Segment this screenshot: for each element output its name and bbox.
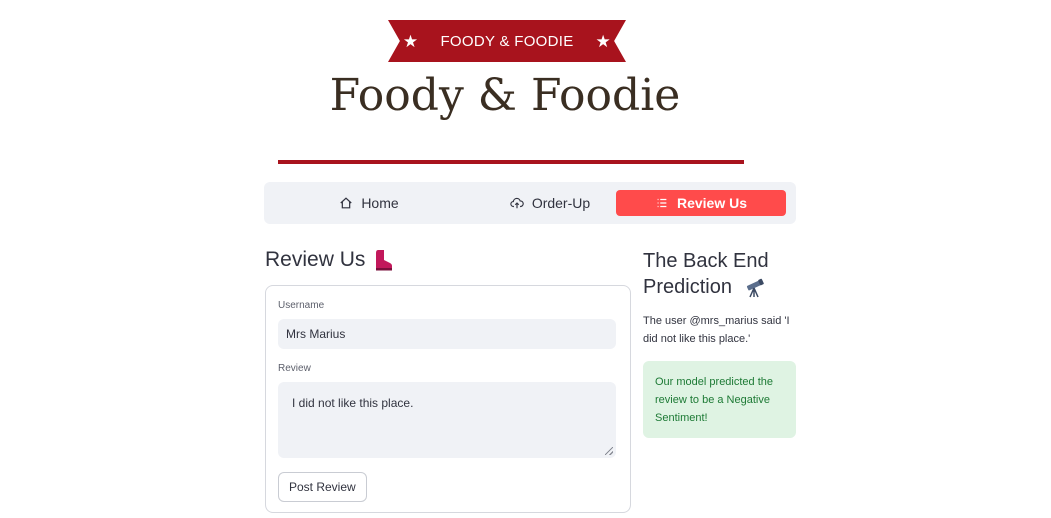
review-form: Username Mrs Marius Review I did not lik… — [265, 285, 631, 513]
home-icon — [340, 197, 352, 209]
telescope-icon — [746, 278, 764, 298]
nav-item-review-us[interactable]: Review Us — [616, 190, 786, 216]
review-title-text: Review Us — [265, 248, 366, 271]
cloud-upload-icon — [510, 197, 524, 209]
title-divider — [278, 160, 744, 164]
nav-item-home[interactable]: Home — [304, 190, 434, 216]
prediction-title-line2: Prediction — [643, 276, 732, 298]
resize-handle-icon[interactable] — [605, 447, 613, 455]
star-icon: ★ — [595, 31, 612, 51]
prediction-title-line1: The Back End — [643, 250, 769, 272]
nav-label-home: Home — [361, 195, 399, 211]
review-text: I did not like this place. — [292, 396, 414, 410]
username-field[interactable]: Mrs Marius — [278, 319, 616, 349]
nav-bar: Home Order-Up Review Us — [264, 182, 796, 224]
list-icon — [657, 198, 667, 208]
brand-title: Foody & Foodie — [329, 70, 681, 121]
brand-banner: ★ FOODY & FOODIE ★ — [388, 20, 626, 62]
banner-text: FOODY & FOODIE — [440, 32, 574, 50]
nav-label-order-up: Order-Up — [531, 195, 591, 211]
boot-icon — [376, 250, 393, 271]
star-icon: ★ — [402, 31, 419, 51]
review-textarea[interactable]: I did not like this place. — [278, 382, 616, 458]
prediction-title: The Back End Prediction — [643, 248, 813, 300]
prediction-result: Our model predicted the review to be a N… — [643, 361, 796, 438]
nav-label-review-us: Review Us — [676, 195, 748, 211]
nav-item-order-up[interactable]: Order-Up — [470, 190, 630, 216]
review-label: Review — [278, 363, 311, 374]
username-label: Username — [278, 300, 325, 311]
review-section-title: Review Us — [265, 248, 393, 272]
user-said-text: The user @mrs_marius said 'I did not lik… — [643, 315, 790, 345]
post-review-button[interactable]: Post Review — [278, 472, 367, 502]
